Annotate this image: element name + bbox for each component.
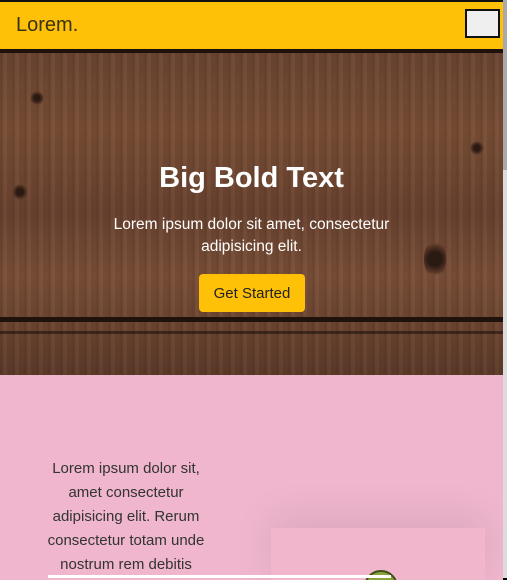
feature-card <box>271 528 485 580</box>
navbar: Lorem. <box>0 2 503 49</box>
page-viewport: Lorem. Big Bold Text Lorem ipsum dolor s… <box>0 0 503 580</box>
section-text: Lorem ipsum dolor sit, amet consectetur … <box>47 460 205 573</box>
wood-knot <box>424 239 446 279</box>
wood-plank-gap <box>0 331 503 334</box>
get-started-button[interactable]: Get Started <box>199 274 305 312</box>
wood-knot <box>470 141 484 155</box>
wood-plank-gap <box>0 49 503 53</box>
content-section: Lorem ipsum dolor sit, amet consectetur … <box>0 375 503 580</box>
menu-toggle-button[interactable] <box>465 9 500 38</box>
wood-knot <box>30 91 44 105</box>
hero-text: Lorem ipsum dolor sit amet, consectetur … <box>113 216 390 255</box>
hero-title: Big Bold Text <box>159 162 344 194</box>
scrollbar[interactable] <box>503 0 507 578</box>
scrollbar-thumb[interactable] <box>503 0 507 170</box>
hero-section: Big Bold Text Lorem ipsum dolor sit amet… <box>0 49 503 375</box>
wood-plank-gap <box>0 317 503 322</box>
brand-logo[interactable]: Lorem. <box>16 14 78 37</box>
